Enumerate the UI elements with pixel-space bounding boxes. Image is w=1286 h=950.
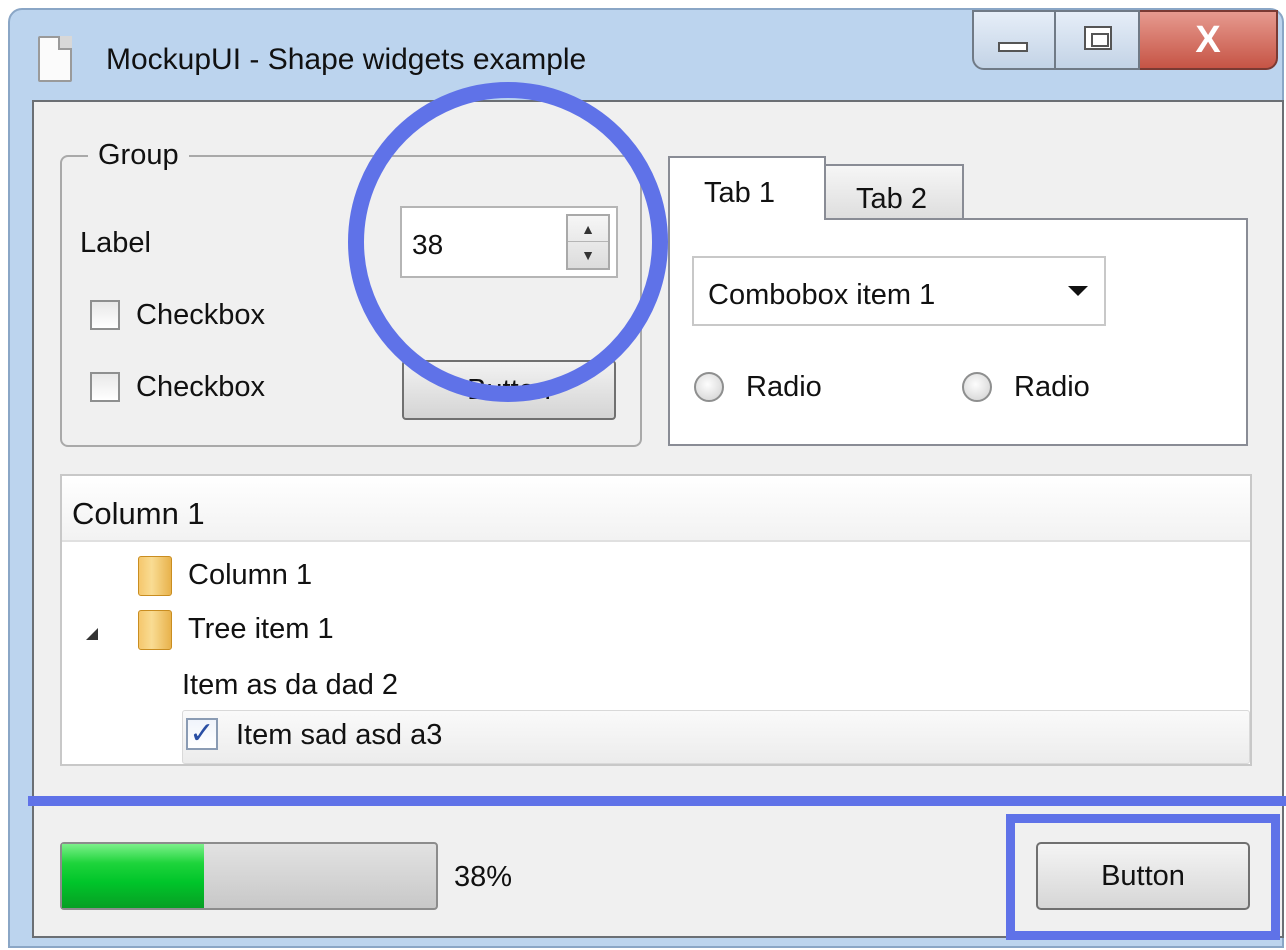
tree-item-3[interactable]: Item sad asd a3 bbox=[236, 718, 442, 752]
tree-item-column-1[interactable]: Column 1 bbox=[188, 558, 312, 592]
radio-1-label: Radio bbox=[746, 371, 822, 403]
tab-1[interactable]: Tab 1 bbox=[668, 156, 826, 220]
tab-2[interactable]: Tab 2 bbox=[824, 164, 964, 218]
close-icon: X bbox=[1195, 19, 1221, 61]
progress-text: 38% bbox=[454, 861, 513, 893]
combobox-value: Combobox item 1 bbox=[708, 279, 936, 311]
tree-item-1[interactable]: Tree item 1 bbox=[188, 612, 334, 646]
minimize-icon bbox=[998, 42, 1028, 52]
document-icon bbox=[38, 36, 72, 82]
chevron-down-icon[interactable] bbox=[1068, 286, 1088, 296]
folder-icon bbox=[138, 610, 172, 650]
radio-2-label: Radio bbox=[1014, 371, 1090, 403]
checkbox-1-label: Checkbox bbox=[136, 299, 265, 331]
tab-pane bbox=[668, 218, 1248, 446]
tree-item-2[interactable]: Item as da dad 2 bbox=[182, 668, 398, 702]
progress-fill bbox=[62, 844, 204, 908]
folder-icon bbox=[138, 556, 172, 596]
checkbox-2[interactable] bbox=[90, 372, 120, 402]
separator-line bbox=[28, 796, 1286, 806]
radio-1[interactable] bbox=[694, 372, 724, 402]
minimize-button[interactable] bbox=[972, 10, 1056, 70]
label-text: Label bbox=[80, 227, 151, 259]
highlight-circle bbox=[348, 82, 668, 402]
radio-2[interactable] bbox=[962, 372, 992, 402]
window-title: MockupUI - Shape widgets example bbox=[106, 43, 587, 76]
maximize-icon bbox=[1084, 26, 1112, 50]
tree-item-3-checkbox[interactable]: ✓ bbox=[186, 718, 218, 750]
bottom-button[interactable]: Button bbox=[1036, 842, 1250, 910]
group-title: Group bbox=[88, 138, 189, 172]
close-button[interactable]: X bbox=[1140, 10, 1278, 70]
checkbox-2-label: Checkbox bbox=[136, 371, 265, 403]
checkbox-1[interactable] bbox=[90, 300, 120, 330]
expander-icon[interactable] bbox=[86, 628, 98, 640]
tree-header-label: Column 1 bbox=[72, 496, 205, 531]
tree-header[interactable] bbox=[62, 476, 1250, 542]
